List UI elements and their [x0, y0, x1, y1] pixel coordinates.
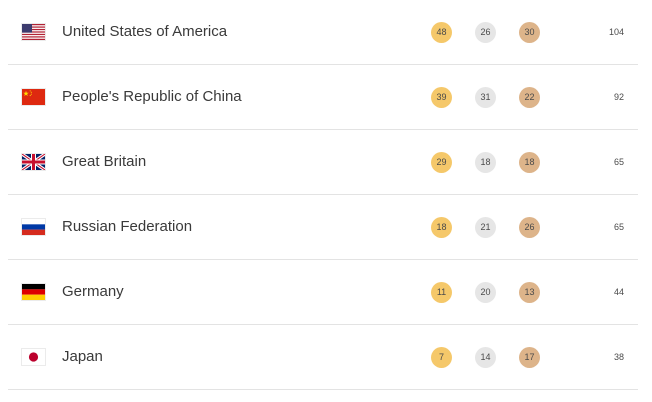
total-medal-count: 92: [613, 92, 624, 102]
total-medal-count: 65: [613, 157, 624, 167]
bronze-medal-count: 22: [519, 87, 540, 108]
table-row[interactable]: People's Republic of China 39 31 22 92: [8, 65, 638, 130]
silver-medal-count: 26: [475, 22, 496, 43]
russia-flag-icon: [22, 219, 45, 235]
silver-medal-count: 20: [475, 282, 496, 303]
table-row[interactable]: Japan 7 14 17 38: [8, 325, 638, 390]
total-medal-count: 38: [613, 352, 624, 362]
gold-medal-count: 18: [431, 217, 452, 238]
table-row[interactable]: Great Britain 29 18 18 65: [8, 130, 638, 195]
country-name: Russian Federation: [62, 218, 193, 235]
bronze-medal-count: 18: [519, 152, 540, 173]
silver-medal-count: 31: [475, 87, 496, 108]
country-name: Germany: [62, 283, 124, 300]
bronze-medal-count: 30: [519, 22, 540, 43]
table-row[interactable]: Russian Federation 18 21 26 65: [8, 195, 638, 260]
bronze-medal-count: 13: [519, 282, 540, 303]
usa-flag-icon: [22, 24, 45, 40]
medal-table: United States of America 48 26 30 104 Pe…: [0, 0, 652, 402]
country-name: Great Britain: [62, 153, 147, 170]
gold-medal-count: 39: [431, 87, 452, 108]
gold-medal-count: 11: [431, 282, 452, 303]
bronze-medal-count: 26: [519, 217, 540, 238]
silver-medal-count: 14: [475, 347, 496, 368]
gold-medal-count: 48: [431, 22, 452, 43]
country-name: People's Republic of China: [62, 88, 242, 105]
total-medal-count: 104: [608, 27, 624, 37]
silver-medal-count: 21: [475, 217, 496, 238]
japan-flag-icon: [22, 349, 45, 365]
country-name: United States of America: [62, 23, 228, 40]
total-medal-count: 44: [613, 287, 624, 297]
germany-flag-icon: [22, 284, 45, 300]
table-row[interactable]: United States of America 48 26 30 104: [8, 0, 638, 65]
table-row[interactable]: Germany 11 20 13 44: [8, 260, 638, 325]
gold-medal-count: 29: [431, 152, 452, 173]
china-flag-icon: [22, 89, 45, 105]
gold-medal-count: 7: [431, 347, 452, 368]
great-britain-flag-icon: [22, 154, 45, 170]
country-name: Japan: [62, 348, 103, 365]
bronze-medal-count: 17: [519, 347, 540, 368]
total-medal-count: 65: [613, 222, 624, 232]
silver-medal-count: 18: [475, 152, 496, 173]
